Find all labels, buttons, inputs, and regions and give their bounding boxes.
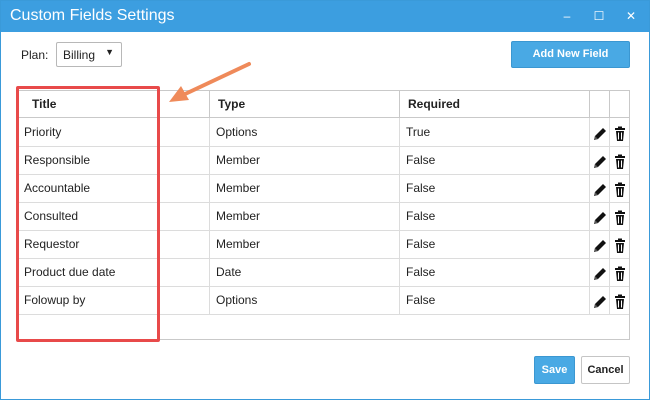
cell-delete <box>610 146 629 174</box>
cell-type: Options <box>210 118 400 146</box>
maximize-button[interactable]: ☐ <box>585 5 613 27</box>
title-bar: Custom Fields Settings – ☐ ✕ <box>1 1 649 32</box>
cell-edit <box>590 202 610 230</box>
pencil-icon[interactable] <box>592 264 608 280</box>
trash-icon[interactable] <box>612 208 628 225</box>
header-edit-column <box>590 91 610 117</box>
cell-edit <box>590 146 610 174</box>
cell-edit <box>590 174 610 202</box>
header-required[interactable]: Required <box>400 91 590 117</box>
add-new-field-button[interactable]: Add New Field <box>511 41 630 68</box>
cell-type: Date <box>210 258 400 286</box>
cell-required: False <box>400 174 590 202</box>
annotation-highlight-box <box>16 86 160 342</box>
cell-required: False <box>400 286 590 314</box>
pencil-icon[interactable] <box>592 124 608 140</box>
cell-edit <box>590 258 610 286</box>
chevron-down-icon: ▼ <box>105 47 114 57</box>
cell-required: False <box>400 258 590 286</box>
cell-delete <box>610 174 629 202</box>
window-title: Custom Fields Settings <box>10 7 175 24</box>
cell-required: True <box>400 118 590 146</box>
trash-icon[interactable] <box>612 152 628 169</box>
cell-delete <box>610 118 629 146</box>
minimize-button[interactable]: – <box>553 5 581 27</box>
cell-delete <box>610 286 629 314</box>
cell-delete <box>610 258 629 286</box>
save-button[interactable]: Save <box>534 356 575 384</box>
cell-required: False <box>400 146 590 174</box>
pencil-icon[interactable] <box>592 152 608 168</box>
header-delete-column <box>610 91 629 117</box>
cell-delete <box>610 202 629 230</box>
cell-type: Member <box>210 146 400 174</box>
cell-delete <box>610 230 629 258</box>
cell-edit <box>590 118 610 146</box>
plan-value: Billing <box>63 48 96 62</box>
pencil-icon[interactable] <box>592 208 608 224</box>
cell-type: Member <box>210 202 400 230</box>
cell-type: Member <box>210 230 400 258</box>
close-button[interactable]: ✕ <box>617 5 645 27</box>
cell-edit <box>590 230 610 258</box>
dialog-window: Custom Fields Settings – ☐ ✕ Plan: Billi… <box>0 0 650 400</box>
plan-dropdown[interactable]: Billing ▼ <box>56 42 122 67</box>
cell-required: False <box>400 230 590 258</box>
cell-type: Member <box>210 174 400 202</box>
cell-type: Options <box>210 286 400 314</box>
plan-label: Plan: <box>21 48 49 62</box>
pencil-icon[interactable] <box>592 236 608 252</box>
trash-icon[interactable] <box>612 124 628 141</box>
trash-icon[interactable] <box>612 264 628 281</box>
pencil-icon[interactable] <box>592 180 608 196</box>
trash-icon[interactable] <box>612 236 628 253</box>
trash-icon[interactable] <box>612 180 628 197</box>
cell-required: False <box>400 202 590 230</box>
annotation-arrow-icon <box>169 62 251 102</box>
pencil-icon[interactable] <box>592 292 608 308</box>
trash-icon[interactable] <box>612 292 628 309</box>
cancel-button[interactable]: Cancel <box>581 356 630 384</box>
cell-edit <box>590 286 610 314</box>
